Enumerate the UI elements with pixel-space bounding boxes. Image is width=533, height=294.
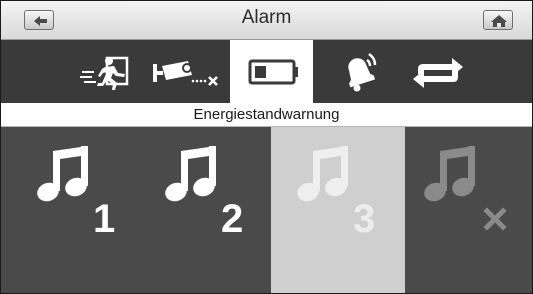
home-button[interactable]: [483, 10, 513, 30]
home-icon: [491, 15, 507, 27]
title-bar: Alarm: [1, 1, 532, 40]
page-title: Alarm: [241, 7, 292, 28]
sound-options: 1 2 3: [1, 127, 532, 293]
sound-number: 3: [353, 197, 376, 241]
music-note-off-icon: [424, 146, 507, 231]
tab-repeat[interactable]: [396, 40, 479, 103]
sound-option-1[interactable]: 1: [1, 127, 137, 293]
sound-number: 2: [221, 197, 244, 241]
tab-battery-warning[interactable]: [230, 40, 313, 103]
alarm-type-tabs: [1, 40, 532, 103]
bell-ringing-icon: [348, 52, 377, 92]
camera-disconnected-icon: [153, 61, 218, 86]
music-note-icon: [37, 146, 88, 202]
battery-icon: [248, 59, 298, 85]
tab-motion-alarm[interactable]: [69, 40, 141, 103]
sound-option-3[interactable]: 3: [271, 127, 405, 293]
sound-option-off[interactable]: [405, 127, 532, 293]
music-note-icon: [165, 146, 216, 202]
alarm-screen: Alarm Energiestandwarnung 1 2 3: [0, 0, 533, 294]
sound-option-2[interactable]: 2: [137, 127, 271, 293]
sound-number: 1: [93, 197, 116, 241]
motion-alarm-icon: [80, 56, 129, 90]
tab-alarm-sound[interactable]: [313, 40, 396, 103]
repeat-icon: [413, 58, 463, 88]
music-note-icon: [297, 146, 348, 202]
section-title: Energiestandwarnung: [1, 103, 532, 127]
tab-camera-disconnect[interactable]: [144, 40, 227, 103]
